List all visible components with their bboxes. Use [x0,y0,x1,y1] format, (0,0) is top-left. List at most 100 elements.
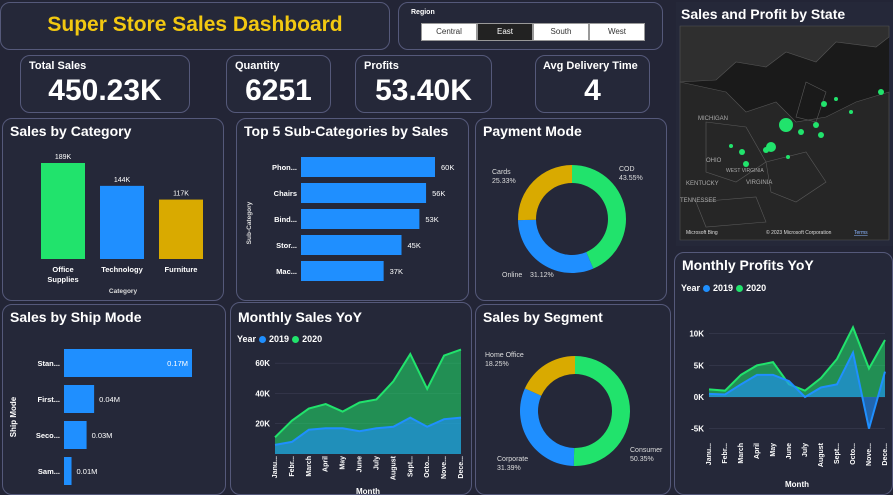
region-south-button[interactable]: South [533,23,589,41]
y-tick-label: 0K [694,393,704,402]
map-bubble[interactable] [786,155,790,159]
sales-by-category-chart[interactable]: 189K OfficeSupplies 144K Technology 117K Furn… [3,141,224,301]
donut-slice[interactable] [520,388,575,466]
legend-dot-2019 [259,335,267,343]
x-tick-label: Dece... [458,456,465,479]
map-copyright: © 2023 Microsoft Corporation [766,229,832,236]
chart-title: Monthly Sales YoY [238,309,362,325]
kpi-value: 53.40K [375,74,472,107]
legend-item-2019[interactable]: 2019 [269,334,289,344]
map-bubble[interactable] [763,147,769,153]
kpi-value: 6251 [245,74,312,107]
data-label: 37K [390,267,403,276]
kpi-total-sales: Total Sales 450.23K [20,55,190,113]
bar[interactable] [64,385,95,413]
slice-name-label: Online [502,272,522,279]
map-label-michigan: MICHIGAN [698,116,728,122]
legend-item-2020[interactable]: 2020 [302,334,322,344]
map-bubble[interactable] [739,149,745,155]
donut-slice[interactable] [518,165,572,221]
kpi-profits: Profits 53.40K [355,55,492,113]
map-bubble[interactable] [821,101,827,107]
map-label-west-virginia: WEST VIRGINIA [726,168,764,174]
chart-title: Payment Mode [483,123,582,139]
monthly-profits-chart[interactable]: -5K 0K 5K 10K Janu... Febr... March April May Jun… [675,297,893,495]
y-tick-label: 10K [689,330,704,339]
x-tick-label: March [738,443,745,464]
x-tick-label: June [357,456,364,472]
monthly-profits-card: Monthly Profits YoY Year 2019 2020 -5K 0K… [674,252,893,495]
donut-slice[interactable] [572,165,626,269]
bar[interactable] [41,163,85,259]
slice-value-label: 18.25% [485,361,509,368]
data-label: 53K [425,215,438,224]
x-tick-label: Nove... [441,456,448,479]
bar[interactable] [301,209,420,229]
x-tick-label: Octo... [850,443,857,465]
map-bubble[interactable] [798,129,804,135]
x-tick-label: July [802,443,809,457]
legend-title: Year [237,334,257,344]
y-tick-label: 20K [255,420,270,429]
bar[interactable] [301,157,435,177]
top5-subcategories-card: Top 5 Sub-Categories by Sales Phon... 60K… [236,118,469,301]
map-bubble[interactable] [818,132,824,138]
map-bubble[interactable] [779,118,793,132]
ship-mode-chart[interactable]: Stan... 0.17M First... 0.04M Seco... 0.03M Sam… [3,327,226,495]
sales-by-category-card: Sales by Category 189K Office Supplies 144K… [2,118,224,301]
x-tick-label: May [770,443,777,457]
kpi-label: Profits [364,60,399,72]
map-bubble[interactable] [849,110,853,114]
x-tick-label: Febr... [722,443,729,464]
legend-dot-2020 [736,284,744,292]
map-bubble[interactable] [743,161,749,167]
kpi-label: Quantity [235,60,280,72]
map-bubble[interactable] [813,122,819,128]
payment-mode-chart[interactable]: COD 43.55% Online Cards 25.33% 31.12% [476,141,667,301]
donut-slice[interactable] [573,356,631,466]
region-label: Region [411,9,435,16]
legend-item-2020[interactable]: 2020 [746,283,766,293]
data-label: 0.03M [92,431,113,440]
state-map[interactable]: MICHIGAN OHIO KENTUCKY TENNESSEE VIRGINI… [676,22,893,246]
data-label: 144K [114,177,131,184]
region-west-button[interactable]: West [589,23,645,41]
x-tick-label: March [306,456,313,477]
bar[interactable] [301,235,402,255]
map-title: Sales and Profit by State [681,6,846,22]
legend-item-2019[interactable]: 2019 [713,283,733,293]
bar[interactable] [301,261,384,281]
x-tick-label: Sept... [407,456,414,477]
bar[interactable] [301,183,427,203]
region-slicer: Region Central East South West [398,2,663,50]
y-tick-label: 40K [255,389,270,398]
map-bubble[interactable] [878,89,884,95]
bar[interactable] [159,199,203,259]
kpi-label: Total Sales [29,60,87,72]
category-tick-label: Technology [101,265,143,274]
kpi-quantity: Quantity 6251 [226,55,331,113]
donut-slice[interactable] [518,219,594,273]
donut-slice[interactable] [524,356,575,396]
category-tick-label: First... [37,395,60,404]
map-bubble[interactable] [729,144,733,148]
map-terms-link[interactable]: Terms [854,230,868,236]
segment-chart[interactable]: Consumer 50.35% Corporate 31.39% Home Office… [476,327,671,495]
category-tick-label: Furniture [165,265,198,274]
category-tick-label: Mac... [276,267,297,276]
data-label: 0.01M [77,467,98,476]
bar[interactable] [100,185,144,259]
bar[interactable] [64,457,72,485]
bar[interactable] [64,421,87,449]
map-label-ohio: OHIO [706,158,722,164]
x-tick-label: Octo... [424,456,431,478]
map-bubble[interactable] [834,97,838,101]
region-east-button[interactable]: East [477,23,533,41]
region-central-button[interactable]: Central [421,23,477,41]
slice-value-label: 31.39% [497,465,521,472]
chart-title: Sales by Category [10,123,132,139]
dashboard-title: Super Store Sales Dashboard [47,13,343,36]
top5-subcategories-chart[interactable]: Phon... 60K Chairs 56K Bind... 53K Stor... 45K M… [237,141,469,301]
ship-mode-card: Sales by Ship Mode Stan... 0.17M First... 0… [2,304,226,495]
monthly-sales-chart[interactable]: 20K 40K 60K Janu... Febr... March April May June… [231,348,472,495]
